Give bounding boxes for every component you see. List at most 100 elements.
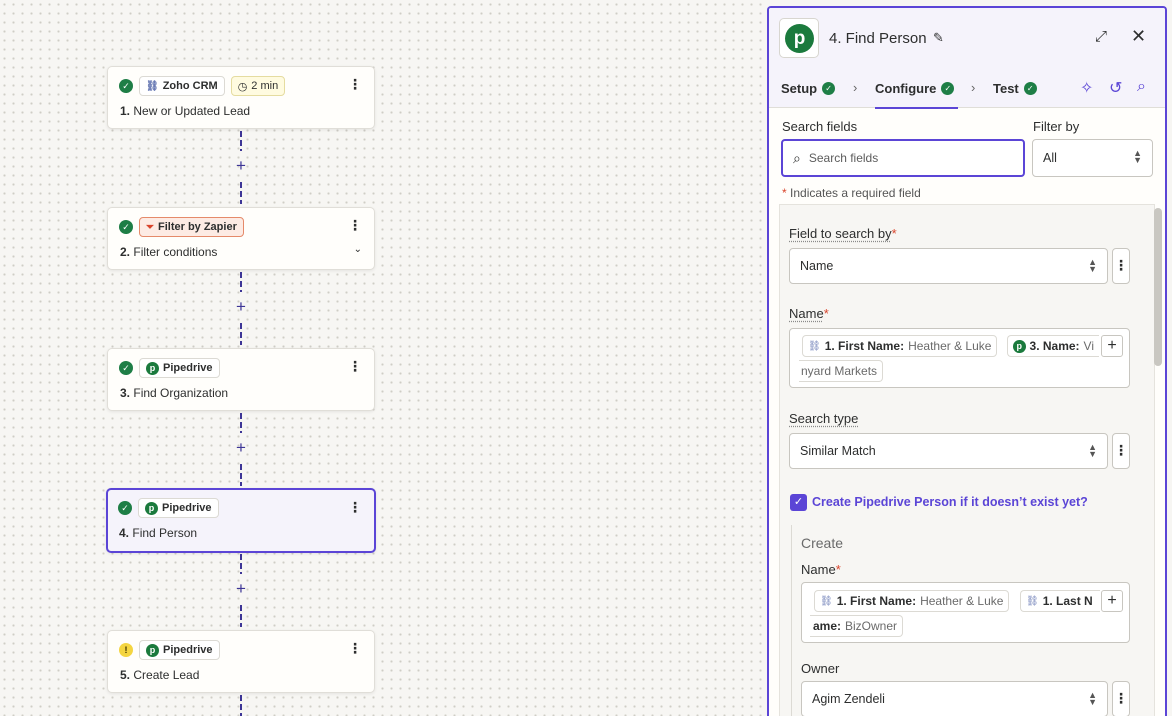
add-step-plus-icon[interactable]: + (233, 298, 249, 315)
field-to-search-select[interactable]: Name ▲ ▼ (789, 248, 1108, 284)
search-icon[interactable]: ⌕ (1137, 78, 1146, 96)
field-label-text: Name (801, 562, 836, 577)
warning-icon: ! (119, 643, 133, 657)
field-options-icon[interactable]: ⋮ (1112, 248, 1130, 284)
step-card-3[interactable]: ✓ p Pipedrive ⋮ 3. Find Organization (107, 348, 375, 411)
create-if-missing-label[interactable]: Create Pipedrive Person if it doesn’t ex… (812, 495, 1088, 509)
expand-icon[interactable]: ⤢ (1095, 28, 1107, 45)
success-check-icon: ✓ (119, 79, 133, 93)
more-options-icon[interactable]: ⋮ (348, 499, 362, 515)
field-label: Name* (789, 306, 829, 321)
close-icon[interactable]: ✕ (1131, 26, 1146, 47)
step-number: 4. (119, 526, 130, 540)
data-pill[interactable]: ⛓ 1. First Name: Heather & Luke (814, 590, 1010, 612)
field-label-text: Field to search by (789, 226, 892, 241)
owner-select[interactable]: Agim Zendeli ▲ ▼ (801, 681, 1108, 716)
create-name-mapped-field[interactable]: ⛓ 1. First Name: Heather & Luke ⛓ 1. Last N… (801, 582, 1130, 643)
search-fields-box[interactable]: ⌕ (781, 139, 1025, 177)
step-editor-panel: p 4. Find Person ✎ ⤢ ✕ Setup ✓ › Configur… (767, 6, 1167, 716)
connector-line (240, 464, 242, 486)
success-check-icon: ✓ (119, 361, 133, 375)
ai-sparkle-icon[interactable]: ✧ (1080, 78, 1093, 98)
required-star: * (823, 306, 829, 321)
data-pill[interactable]: ame: BizOwner (810, 615, 904, 637)
pipedrive-logo-icon: p (1013, 339, 1026, 353)
chevron-updown-icon: ▲ ▼ (1088, 257, 1097, 274)
pill-key: 1. Last N (1042, 594, 1093, 608)
add-data-icon[interactable]: + (1101, 590, 1123, 612)
tab-setup[interactable]: Setup ✓ (781, 81, 836, 96)
step-title: 2. Filter conditions (120, 245, 217, 259)
step-card-2[interactable]: ✓ ⏷ Filter by Zapier ⋮ 2. Filter conditi… (107, 207, 375, 270)
step-title: 1. New or Updated Lead (120, 104, 250, 118)
step-title-text: Find Person (132, 526, 198, 540)
app-chip: p Pipedrive (139, 640, 220, 660)
step-card-5[interactable]: ! p Pipedrive ⋮ 5. Create Lead (107, 630, 375, 693)
panel-header: p 4. Find Person ✎ ⤢ ✕ (769, 8, 1165, 68)
pill-key: ame: (813, 619, 842, 633)
step-title: 4. Find Person (119, 526, 197, 540)
filter-by-select[interactable]: All ▲ ▼ (1032, 139, 1153, 177)
more-options-icon[interactable]: ⋮ (348, 640, 362, 656)
data-pill[interactable]: ⛓ 1. Last N (1020, 590, 1100, 612)
undo-icon[interactable]: ↺ (1109, 78, 1122, 98)
app-name: Filter by Zapier (158, 221, 237, 233)
data-pill[interactable]: p 3. Name: Vi (1007, 335, 1099, 357)
required-note-text: Indicates a required field (790, 186, 921, 200)
field-options-icon[interactable]: ⋮ (1112, 433, 1130, 469)
app-tile: p (779, 18, 819, 58)
filter-icon: ⏷ (146, 221, 154, 233)
time-badge-text: 2 min (251, 80, 279, 92)
pipedrive-logo-icon: p (145, 501, 158, 515)
app-chip: p Pipedrive (138, 498, 219, 518)
more-options-icon[interactable]: ⋮ (348, 76, 362, 92)
more-options-icon[interactable]: ⋮ (348, 217, 362, 233)
required-star: * (782, 186, 787, 200)
add-step-plus-icon[interactable]: + (233, 580, 249, 597)
more-options-icon[interactable]: ⋮ (348, 358, 362, 374)
add-step-plus-icon[interactable]: + (233, 439, 249, 456)
step-title-text: New or Updated Lead (133, 104, 251, 118)
app-chip: ⏷ Filter by Zapier (139, 217, 244, 237)
add-data-icon[interactable]: + (1101, 335, 1123, 357)
connector-line (240, 323, 242, 345)
panel-title: 4. Find Person (829, 30, 927, 47)
zap-canvas[interactable]: + + + + ✓ ⛓ Zoho CRM ◷ 2 min ⋮ 1. New or… (0, 0, 768, 716)
tab-label: Test (993, 81, 1019, 96)
app-chip: ⛓ Zoho CRM (139, 76, 225, 96)
chevron-right-icon: › (853, 80, 858, 95)
tab-test[interactable]: Test ✓ (993, 81, 1037, 96)
field-options-icon[interactable]: ⋮ (1112, 681, 1130, 716)
pill-value: BizOwner (845, 619, 898, 633)
link-icon: ⛓ (146, 80, 159, 92)
select-value: All (1043, 151, 1057, 165)
data-pill[interactable]: ⛓ 1. First Name: Heather & Luke (802, 335, 998, 357)
add-step-plus-icon[interactable]: + (233, 157, 249, 174)
step-card-1[interactable]: ✓ ⛓ Zoho CRM ◷ 2 min ⋮ 1. New or Updated… (107, 66, 375, 129)
required-note: * Indicates a required field (782, 186, 921, 200)
clock-icon: ◷ (237, 80, 248, 93)
data-pill[interactable]: nyard Markets (799, 360, 884, 382)
filter-by-label: Filter by (1033, 119, 1080, 134)
tab-label: Configure (875, 81, 937, 96)
edit-pencil-icon[interactable]: ✎ (933, 30, 944, 46)
search-fields-label: Search fields (782, 119, 858, 134)
name-mapped-field[interactable]: ⛓ 1. First Name: Heather & Luke p 3. Name: V… (789, 328, 1130, 388)
connector-line (240, 413, 242, 433)
search-type-select[interactable]: Similar Match ▲ ▼ (789, 433, 1108, 469)
scrollbar[interactable] (1154, 208, 1162, 366)
link-icon: ⛓ (808, 340, 821, 352)
connector-line (240, 272, 242, 292)
create-group-border (791, 525, 792, 716)
chevron-down-icon[interactable]: ⌄ (354, 244, 362, 255)
step-number: 3. (120, 386, 131, 400)
create-if-missing-checkbox[interactable]: ✓ (790, 494, 807, 511)
step-number: 1. (120, 104, 131, 118)
connector-line (240, 605, 242, 627)
app-name: Pipedrive (163, 362, 213, 374)
check-icon: ✓ (822, 82, 836, 95)
select-value: Agim Zendeli (812, 692, 885, 706)
tab-configure[interactable]: Configure ✓ (875, 81, 959, 109)
step-card-4[interactable]: ✓ p Pipedrive ⋮ 4. Find Person (106, 488, 376, 553)
search-fields-input[interactable] (808, 151, 999, 165)
